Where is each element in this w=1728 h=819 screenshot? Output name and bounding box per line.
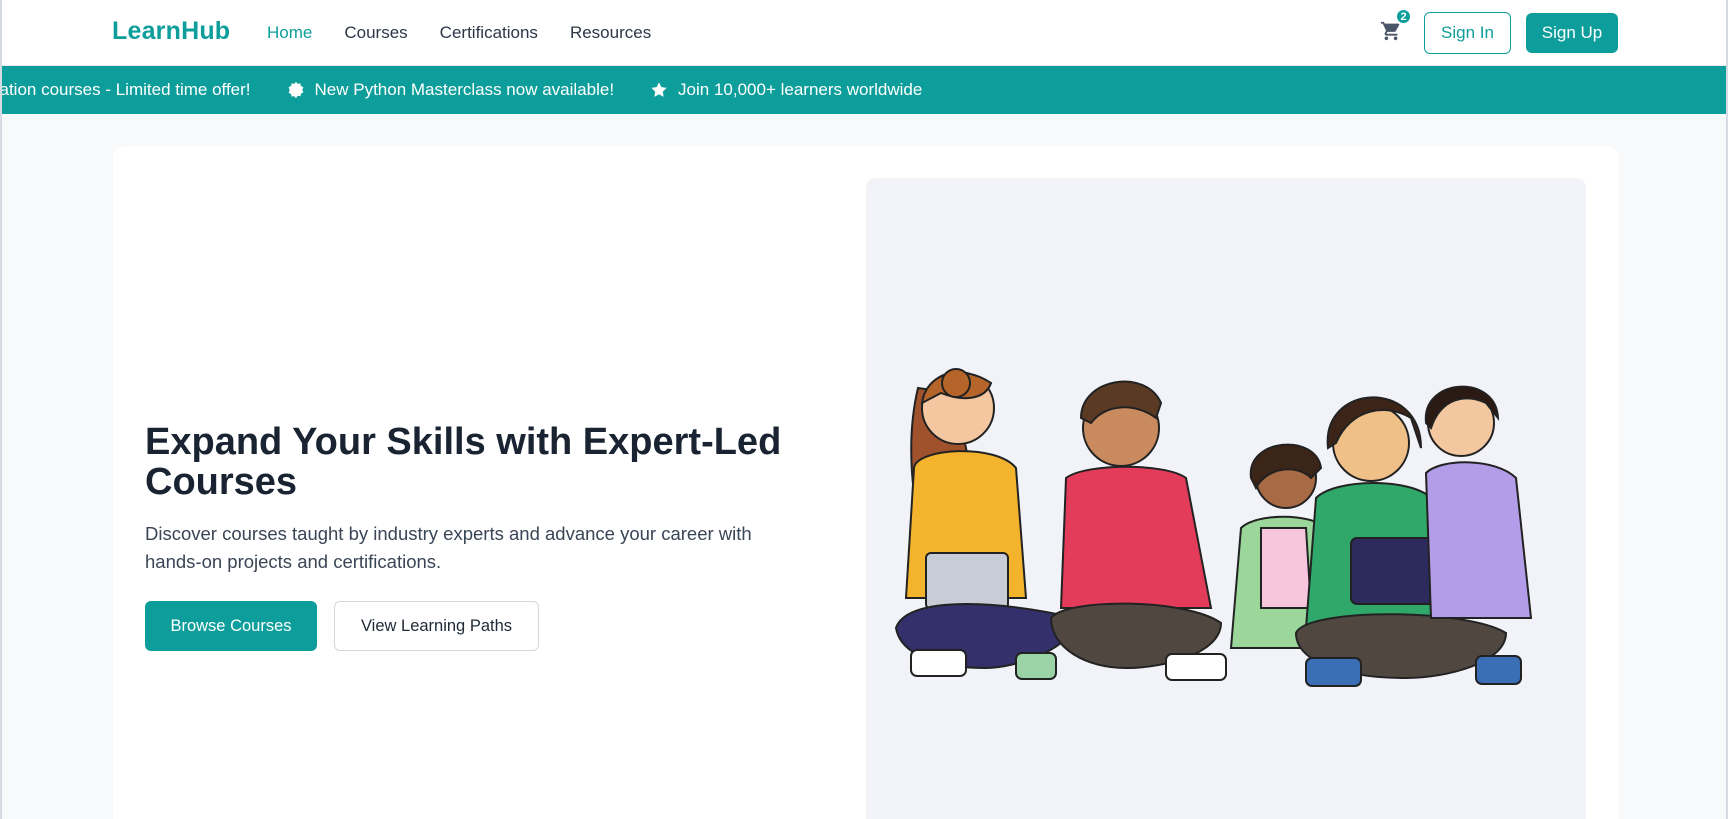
announcement-item: tification courses - Limited time offer!: [2, 80, 251, 100]
announcement-track: tification courses - Limited time offer!…: [2, 66, 958, 114]
nav-item-resources[interactable]: Resources: [570, 22, 651, 44]
browse-courses-button[interactable]: Browse Courses: [145, 601, 317, 651]
top-nav-bar: LearnHub Home Courses Certifications Res…: [2, 0, 1726, 66]
announcement-text: Join 10,000+ learners worldwide: [678, 80, 923, 99]
logo[interactable]: LearnHub: [112, 17, 230, 46]
sign-in-button[interactable]: Sign In: [1424, 12, 1511, 54]
main-nav: Home Courses Certifications Resources: [267, 22, 683, 44]
shopping-cart-icon: [1380, 21, 1402, 46]
hero-title: Expand Your Skills with Expert-Led Cours…: [145, 421, 782, 503]
view-learning-paths-button[interactable]: View Learning Paths: [334, 601, 539, 651]
cart-button[interactable]: 2: [1380, 8, 1412, 46]
nav-item-certifications[interactable]: Certifications: [440, 22, 538, 44]
hero-subtitle: Discover courses taught by industry expe…: [145, 523, 752, 572]
announcement-item: Join 10,000+ learners worldwide: [650, 80, 922, 100]
star-icon: [650, 81, 668, 99]
nav-item-home[interactable]: Home: [267, 22, 312, 44]
hero-section: Expand Your Skills with Expert-Led Cours…: [113, 146, 1619, 819]
nav-item-courses[interactable]: Courses: [344, 22, 407, 44]
announcement-text: tification courses - Limited time offer!: [2, 80, 251, 99]
announcement-text: New Python Masterclass now available!: [314, 80, 615, 99]
badge-icon: [287, 81, 305, 99]
sign-up-button[interactable]: Sign Up: [1526, 13, 1618, 53]
learner-figure: [894, 368, 1078, 680]
group-of-learners-illustration: [866, 178, 1586, 819]
announcement-item: New Python Masterclass now available!: [287, 80, 615, 100]
announcement-bar: tification courses - Limited time offer!…: [2, 66, 1726, 114]
cart-count-badge: 2: [1395, 8, 1412, 25]
learner-figure: [1049, 380, 1227, 681]
